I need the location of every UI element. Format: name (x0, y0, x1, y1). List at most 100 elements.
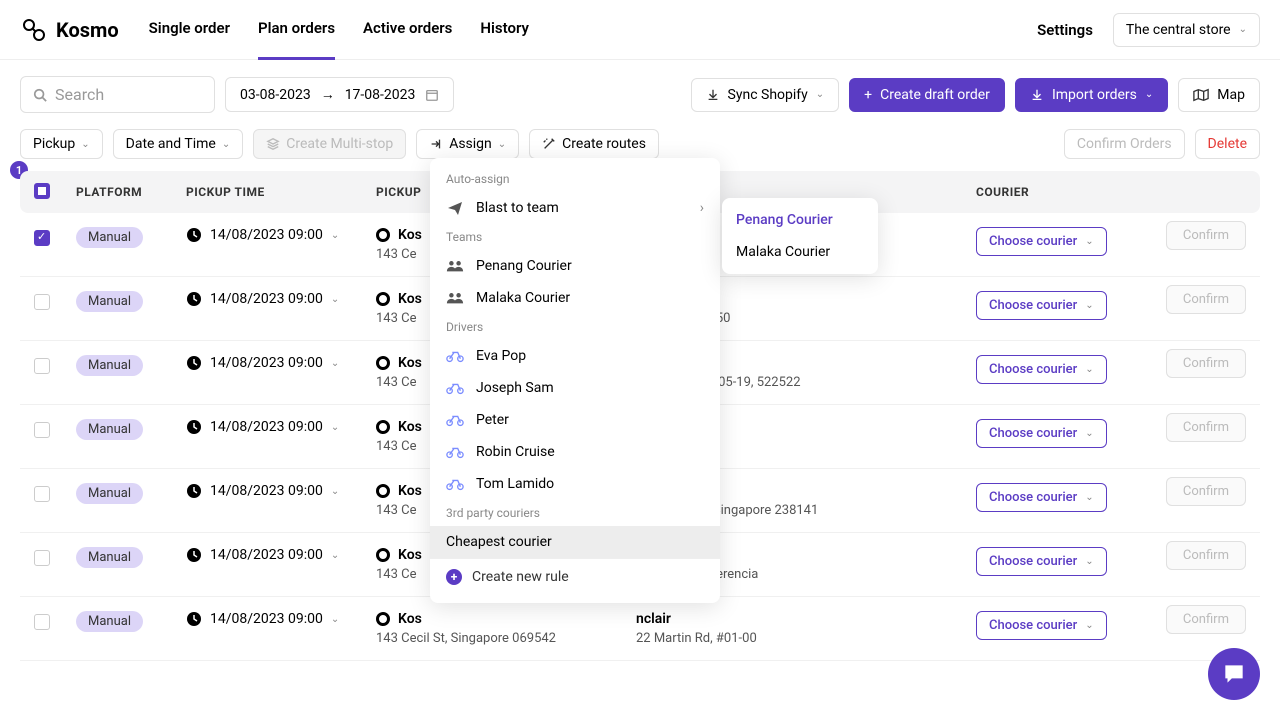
delete-button[interactable]: Delete (1195, 129, 1260, 159)
pickup-name: Kos (398, 483, 422, 499)
nav-single-order[interactable]: Single order (149, 0, 230, 60)
blast-to-team-item[interactable]: Blast to team › (430, 192, 720, 224)
pickup-time[interactable]: 14/08/2023 09:00⌄ (186, 419, 376, 435)
routes-button[interactable]: Create routes (529, 129, 659, 159)
choose-courier-button[interactable]: Choose courier⌄ (976, 547, 1107, 576)
nav-active-orders[interactable]: Active orders (363, 0, 452, 60)
assign-button[interactable]: Assign ⌄ (416, 129, 519, 159)
plus-icon: + (864, 87, 872, 103)
cheapest-courier-item[interactable]: Cheapest courier (430, 526, 720, 558)
confirm-button[interactable]: Confirm (1166, 413, 1246, 442)
choose-courier-button[interactable]: Choose courier⌄ (976, 227, 1107, 256)
driver-item[interactable]: Joseph Sam (430, 372, 720, 404)
team-icon (446, 258, 464, 274)
confirm-button[interactable]: Confirm (1166, 221, 1246, 250)
dropoff-address: 22 Martin Rd, #01-00 (636, 631, 976, 646)
team-item[interactable]: Malaka Courier (430, 282, 720, 314)
pickup-name: Kos (398, 227, 422, 243)
confirm-button[interactable]: Confirm (1166, 605, 1246, 634)
platform-tag: Manual (76, 547, 143, 568)
pickup-time[interactable]: 14/08/2023 09:00⌄ (186, 227, 376, 243)
dropoff-name: nclair (636, 611, 976, 627)
choose-courier-button[interactable]: Choose courier⌄ (976, 291, 1107, 320)
row-checkbox[interactable] (34, 614, 50, 630)
pickup-time[interactable]: 14/08/2023 09:00⌄ (186, 611, 376, 627)
confirm-button[interactable]: Confirm (1166, 477, 1246, 506)
pickup-time[interactable]: 14/08/2023 09:00⌄ (186, 355, 376, 371)
choose-courier-button[interactable]: Choose courier⌄ (976, 419, 1107, 448)
bike-icon (446, 412, 464, 428)
driver-item[interactable]: Peter (430, 404, 720, 436)
chat-icon (1221, 661, 1247, 687)
choose-courier-button[interactable]: Choose courier⌄ (976, 355, 1107, 384)
select-all-checkbox[interactable] (34, 183, 50, 199)
chevron-down-icon: ⌄ (1085, 556, 1093, 567)
confirm-button[interactable]: Confirm (1166, 541, 1246, 570)
create-draft-button[interactable]: + Create draft order (849, 78, 1005, 112)
chevron-down-icon: ⌄ (1145, 89, 1153, 100)
drivers-label: Drivers (430, 314, 720, 340)
row-checkbox[interactable] (34, 550, 50, 566)
driver-item[interactable]: Robin Cruise (430, 436, 720, 468)
pickup-marker-icon (376, 612, 390, 626)
store-label: The central store (1126, 22, 1231, 38)
row-checkbox[interactable] (34, 358, 50, 374)
pickup-name: Kos (398, 611, 422, 627)
pickup-marker-icon (376, 228, 390, 242)
bike-icon (446, 380, 464, 396)
assign-label: Assign (449, 136, 492, 152)
auto-assign-label: Auto-assign (430, 166, 720, 192)
confirm-orders-button[interactable]: Confirm Orders (1064, 129, 1185, 159)
chevron-down-icon: ⌄ (1085, 364, 1093, 375)
pickup-time[interactable]: 14/08/2023 09:00⌄ (186, 291, 376, 307)
logo[interactable]: Kosmo (20, 16, 119, 44)
platform-tag: Manual (76, 355, 143, 376)
assign-icon (429, 137, 443, 151)
driver-item[interactable]: Eva Pop (430, 340, 720, 372)
map-button[interactable]: Map (1178, 78, 1260, 112)
datetime-filter[interactable]: Date and Time ⌄ (113, 129, 244, 159)
import-orders-button[interactable]: Import orders ⌄ (1015, 78, 1168, 112)
nav-history[interactable]: History (480, 0, 529, 60)
brand-name: Kosmo (56, 18, 119, 42)
platform-tag: Manual (76, 227, 143, 248)
third-party-label: 3rd party couriers (430, 500, 720, 526)
pickup-filter[interactable]: Pickup ⌄ (20, 129, 103, 159)
pickup-marker-icon (376, 292, 390, 306)
chevron-down-icon: ⌄ (331, 422, 339, 433)
send-icon (446, 200, 464, 216)
confirm-button[interactable]: Confirm (1166, 285, 1246, 314)
toolbar: Search 03-08-2023 → 17-08-2023 Sync Shop… (0, 60, 1280, 129)
row-checkbox[interactable] (34, 486, 50, 502)
platform-tag: Manual (76, 611, 143, 632)
nav-plan-orders[interactable]: Plan orders (258, 0, 335, 60)
choose-courier-button[interactable]: Choose courier⌄ (976, 611, 1107, 640)
team-item[interactable]: Penang Courier (430, 250, 720, 282)
sync-shopify-button[interactable]: Sync Shopify ⌄ (691, 78, 840, 112)
row-checkbox[interactable] (34, 294, 50, 310)
download-icon (706, 88, 720, 102)
settings-link[interactable]: Settings (1037, 21, 1093, 39)
table-row: Manual14/08/2023 09:00⌄Kos143 Cecil St, … (20, 597, 1260, 661)
layers-icon (266, 137, 280, 151)
pickup-time[interactable]: 14/08/2023 09:00⌄ (186, 547, 376, 563)
store-select[interactable]: The central store ⌄ (1113, 13, 1260, 47)
submenu-item[interactable]: Malaka Courier (722, 236, 878, 268)
row-checkbox[interactable] (34, 230, 50, 246)
pickup-name: Kos (398, 355, 422, 371)
date-range-picker[interactable]: 03-08-2023 → 17-08-2023 (225, 77, 454, 112)
pickup-label: Pickup (33, 136, 75, 152)
chat-fab[interactable] (1208, 648, 1260, 700)
confirm-button[interactable]: Confirm (1166, 349, 1246, 378)
chevron-down-icon: ⌄ (222, 139, 230, 150)
row-checkbox[interactable] (34, 422, 50, 438)
pickup-time[interactable]: 14/08/2023 09:00⌄ (186, 483, 376, 499)
assign-dropdown: Auto-assign Blast to team › Teams Penang… (430, 158, 720, 603)
choose-courier-button[interactable]: Choose courier⌄ (976, 483, 1107, 512)
submenu-item[interactable]: Penang Courier (722, 204, 878, 236)
driver-item[interactable]: Tom Lamido (430, 468, 720, 500)
search-icon (33, 88, 47, 102)
create-rule-item[interactable]: + Create new rule (430, 558, 720, 595)
search-input[interactable]: Search (20, 76, 215, 113)
date-from: 03-08-2023 (240, 87, 311, 103)
